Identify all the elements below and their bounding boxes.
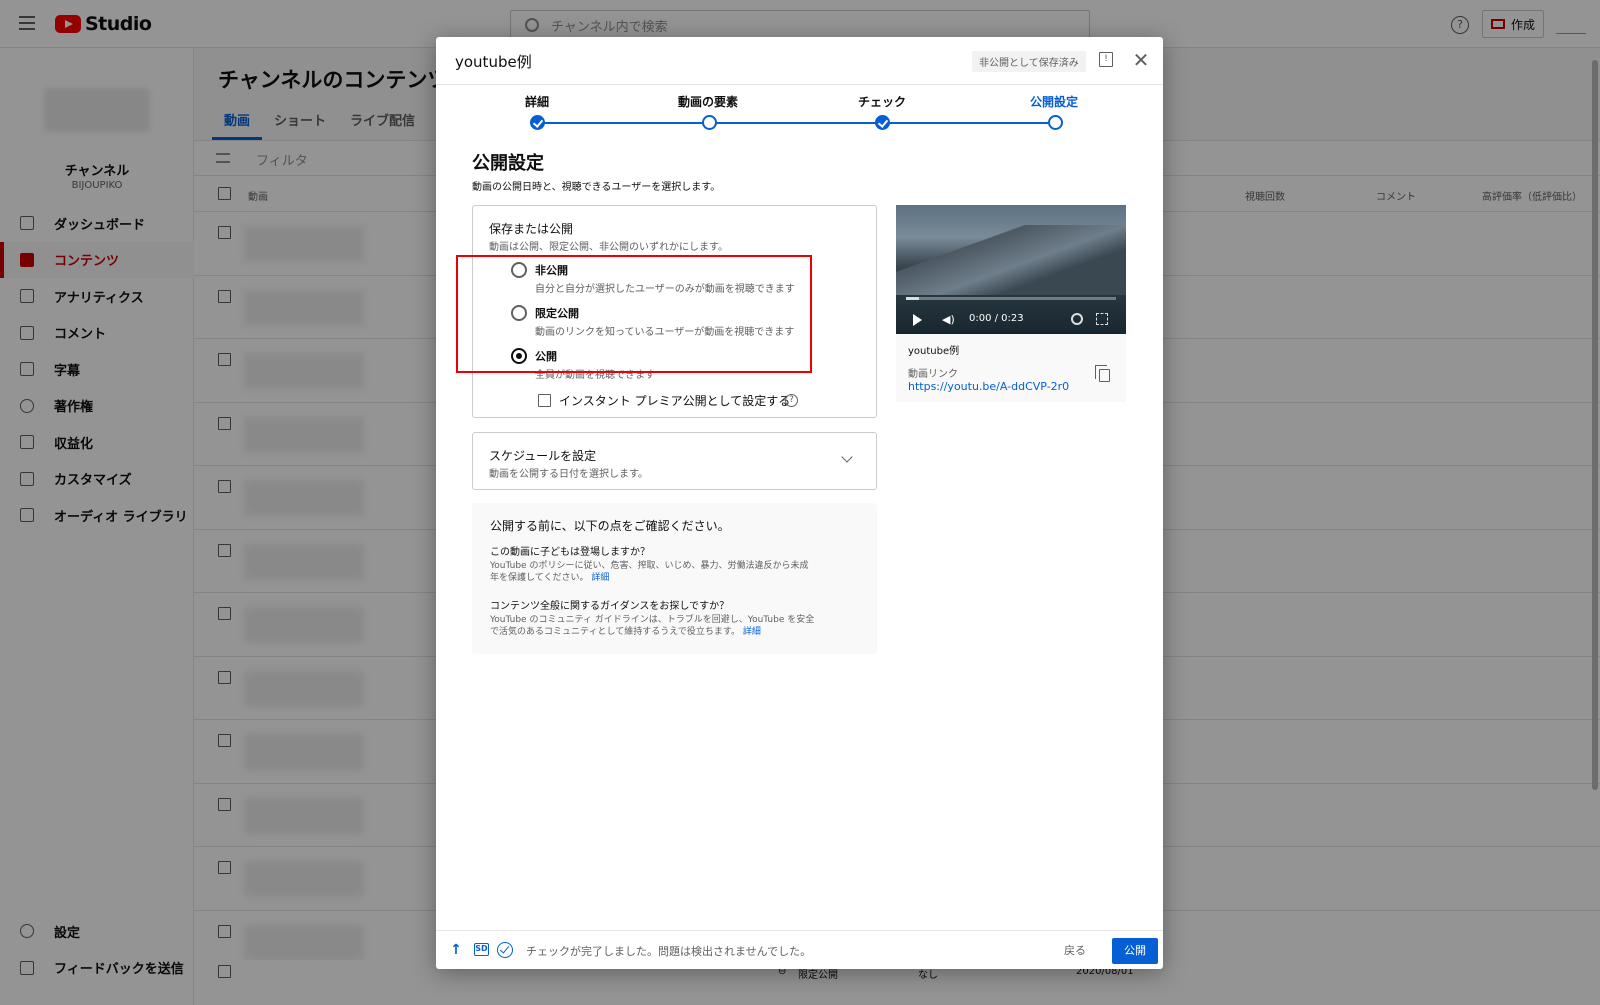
card-subtitle: 動画は公開、限定公開、非公開のいずれかにします。 bbox=[489, 242, 728, 253]
sd-quality-icon[interactable]: SD bbox=[474, 943, 489, 956]
notice-heading: 公開する前に、以下の点をご確認ください。 bbox=[490, 519, 730, 533]
dialog-header: youtube例 非公開として保存済み ! ✕ bbox=[436, 37, 1163, 85]
learn-more-link[interactable]: 詳細 bbox=[591, 573, 609, 583]
unlisted-radio[interactable] bbox=[511, 305, 527, 321]
close-icon[interactable]: ✕ bbox=[1130, 49, 1152, 71]
video-thumbnail-scene bbox=[896, 225, 1126, 295]
section-subtitle: 動画の公開日時と、視聴できるユーザーを選択します。 bbox=[472, 182, 721, 193]
notice-paragraph-guidance: YouTube のコミュニティ ガイドラインは、トラブルを回避し、YouTube… bbox=[490, 614, 820, 638]
copy-icon[interactable] bbox=[1095, 365, 1110, 382]
step-visited-icon[interactable] bbox=[702, 115, 717, 130]
report-issue-icon[interactable]: ! bbox=[1099, 52, 1113, 67]
section-title: 公開設定 bbox=[472, 153, 544, 174]
step-complete-icon[interactable] bbox=[530, 115, 545, 130]
private-desc: 自分と自分が選択したユーザーのみが動画を視聴できます bbox=[535, 284, 795, 295]
video-preview[interactable]: ◀) 0:00 / 0:23 bbox=[896, 205, 1126, 334]
notice-text: YouTube のコミュニティ ガイドラインは、トラブルを回避し、YouTube… bbox=[490, 615, 815, 637]
fullscreen-icon[interactable] bbox=[1096, 313, 1108, 325]
step-checks[interactable]: チェック bbox=[822, 93, 942, 110]
unlisted-label: 限定公開 bbox=[535, 307, 579, 320]
card-title: 保存または公開 bbox=[489, 222, 574, 236]
schedule-title: スケジュールを設定 bbox=[489, 449, 597, 463]
dialog-title: youtube例 bbox=[455, 53, 532, 71]
schedule-card[interactable]: スケジュールを設定 動画を公開する日付を選択します。 bbox=[472, 432, 877, 490]
help-icon[interactable]: ? bbox=[785, 394, 798, 407]
upload-dialog: youtube例 非公開として保存済み ! ✕ 詳細 動画の要素 チェック 公開… bbox=[436, 37, 1163, 969]
video-progress-bar[interactable] bbox=[906, 297, 1116, 300]
video-title: youtube例 bbox=[908, 346, 960, 357]
video-link-label: 動画リンク bbox=[908, 369, 958, 380]
volume-icon[interactable]: ◀) bbox=[942, 314, 956, 326]
video-link[interactable]: https://youtu.be/A-ddCVP-2r0 bbox=[908, 380, 1069, 393]
step-complete-icon[interactable] bbox=[875, 115, 890, 130]
notice-text: YouTube のポリシーに従い、危害、搾取、いじめ、暴力、労働法違反から未成年… bbox=[490, 561, 809, 583]
save-or-publish-card: 保存または公開 動画は公開、限定公開、非公開のいずれかにします。 非公開 自分と… bbox=[472, 205, 877, 418]
private-radio[interactable] bbox=[511, 262, 527, 278]
dialog-footer: ↑ SD チェックが完了しました。問題は検出されませんでした。 戻る 公開 bbox=[436, 930, 1163, 969]
video-progress-fill bbox=[906, 297, 919, 300]
gear-icon[interactable] bbox=[1071, 313, 1083, 325]
schedule-subtitle: 動画を公開する日付を選択します。 bbox=[489, 469, 648, 480]
saved-status-badge: 非公開として保存済み bbox=[972, 51, 1086, 72]
before-publish-notice: 公開する前に、以下の点をご確認ください。 この動画に子どもは登場しますか？ Yo… bbox=[472, 503, 877, 654]
play-icon[interactable] bbox=[913, 314, 922, 326]
step-visibility[interactable]: 公開設定 bbox=[994, 93, 1114, 110]
notice-paragraph-children: YouTube のポリシーに従い、危害、搾取、いじめ、暴力、労働法違反から未成年… bbox=[490, 560, 810, 584]
step-video-elements[interactable]: 動画の要素 bbox=[648, 93, 768, 110]
checks-status-text: チェックが完了しました。問題は検出されませんでした。 bbox=[526, 945, 812, 958]
step-current-icon[interactable] bbox=[1048, 115, 1063, 130]
upload-icon[interactable]: ↑ bbox=[450, 942, 462, 958]
instant-premiere-label[interactable]: インスタント プレミア公開として設定する bbox=[559, 392, 790, 409]
public-label: 公開 bbox=[535, 350, 557, 363]
public-desc: 全員が動画を視聴できます bbox=[535, 370, 655, 381]
video-info-card: youtube例 動画リンク https://youtu.be/A-ddCVP-… bbox=[896, 334, 1126, 402]
chevron-down-icon[interactable] bbox=[841, 451, 853, 463]
public-radio[interactable] bbox=[511, 348, 527, 364]
notice-question-children: この動画に子どもは登場しますか？ bbox=[490, 547, 650, 558]
instant-premiere-checkbox[interactable] bbox=[538, 394, 551, 407]
learn-more-link[interactable]: 詳細 bbox=[743, 627, 761, 637]
private-label: 非公開 bbox=[535, 264, 568, 277]
unlisted-desc: 動画のリンクを知っているユーザーが動画を視聴できます bbox=[535, 327, 795, 338]
notice-question-guidance: コンテンツ全般に関するガイダンスをお探しですか？ bbox=[490, 601, 730, 612]
step-details[interactable]: 詳細 bbox=[477, 93, 597, 110]
back-button[interactable]: 戻る bbox=[1064, 942, 1086, 958]
publish-button[interactable]: 公開 bbox=[1112, 938, 1158, 964]
checks-complete-icon[interactable] bbox=[497, 942, 513, 958]
video-time: 0:00 / 0:23 bbox=[969, 313, 1024, 324]
stepper-line bbox=[541, 122, 1058, 124]
